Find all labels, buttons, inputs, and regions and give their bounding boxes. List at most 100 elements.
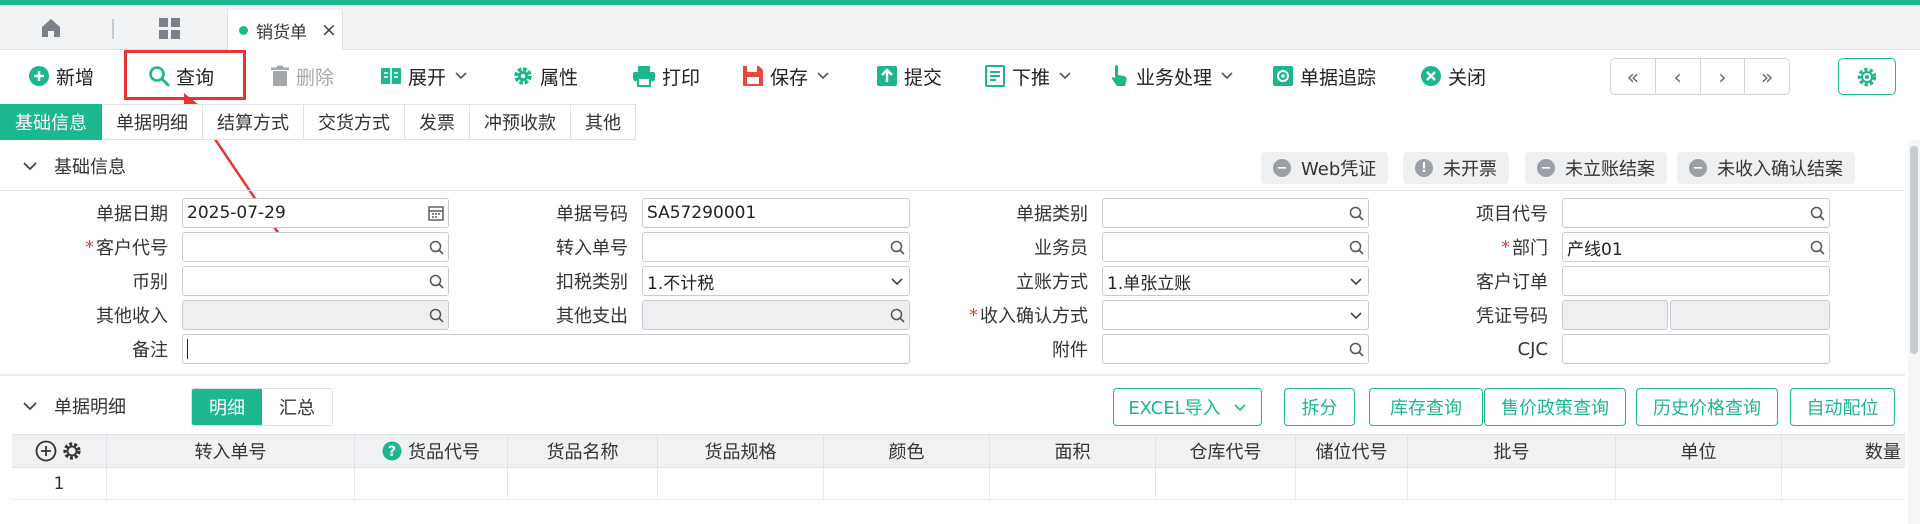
detail-table-header: 转入单号 ? 货品代号 货品名称 货品规格 颜色 面积 仓库代号 储位代号 批号… xyxy=(12,434,1905,468)
col-color[interactable]: 颜色 xyxy=(824,435,990,467)
text-cursor xyxy=(187,339,188,359)
calendar-icon[interactable] xyxy=(424,205,448,221)
doc-date-label: 单据日期 xyxy=(96,204,168,225)
cell-quantity[interactable] xyxy=(1782,468,1905,499)
cell-location-code[interactable] xyxy=(1296,468,1408,499)
department-field[interactable]: 产线01 xyxy=(1562,232,1830,262)
col-unit[interactable]: 单位 xyxy=(1616,435,1782,467)
other-expense-field[interactable] xyxy=(642,300,910,330)
minus-circle-icon: − xyxy=(1537,159,1555,177)
chevron-down-icon xyxy=(23,162,37,171)
excel-import-label: EXCEL导入 xyxy=(1128,398,1221,419)
department-label: * 部门 xyxy=(1501,236,1548,260)
add-row-icon[interactable] xyxy=(35,440,57,462)
voucher-no-field-part1[interactable] xyxy=(1562,300,1668,330)
transfer-no-label: 转入单号 xyxy=(556,238,628,259)
col-warehouse-code[interactable]: 仓库代号 xyxy=(1156,435,1296,467)
search-icon[interactable] xyxy=(424,308,448,323)
doc-no-field[interactable]: SA57290001 xyxy=(642,198,910,228)
account-method-select[interactable]: 1.单张立账 xyxy=(1102,266,1369,296)
cell-batch-no[interactable] xyxy=(1408,468,1616,499)
search-icon[interactable] xyxy=(885,308,909,323)
doc-date-field[interactable]: 2025-07-29 xyxy=(182,198,449,228)
price-policy-query-button[interactable]: 售价政策查询 xyxy=(1484,388,1626,426)
subtab-delivery[interactable]: 交货方式 xyxy=(304,104,405,140)
cell-area[interactable] xyxy=(990,468,1156,499)
cell-goods-name[interactable] xyxy=(508,468,658,499)
cjc-field[interactable] xyxy=(1562,334,1830,364)
doc-type-field[interactable] xyxy=(1102,198,1369,228)
col-goods-code[interactable]: ? 货品代号 xyxy=(355,435,508,467)
cell-color[interactable] xyxy=(824,468,990,499)
transfer-no-field[interactable] xyxy=(642,232,910,262)
split-label: 拆分 xyxy=(1301,398,1338,419)
search-icon[interactable] xyxy=(1344,342,1368,357)
search-icon[interactable] xyxy=(1805,240,1829,255)
subtab-doc-detail[interactable]: 单据明细 xyxy=(102,104,203,140)
cell-goods-code[interactable] xyxy=(355,468,508,499)
remark-label: 备注 xyxy=(132,340,168,361)
subtab-invoice[interactable]: 发票 xyxy=(405,104,470,140)
subtab-other[interactable]: 其他 xyxy=(571,104,636,140)
split-button[interactable]: 拆分 xyxy=(1284,388,1355,426)
col-quantity[interactable]: 数量 xyxy=(1782,435,1905,467)
web-voucher-button[interactable]: − Web凭证 xyxy=(1261,152,1389,184)
help-icon[interactable]: ? xyxy=(382,441,402,461)
svg-text:?: ? xyxy=(388,444,396,460)
other-income-field[interactable] xyxy=(182,300,449,330)
search-icon[interactable] xyxy=(885,240,909,255)
voucher-no-field-part2[interactable] xyxy=(1670,300,1830,330)
doc-no-value: SA57290001 xyxy=(647,203,757,223)
col-location-code[interactable]: 储位代号 xyxy=(1296,435,1408,467)
col-goods-spec[interactable]: 货品规格 xyxy=(658,435,824,467)
auto-allocate-button[interactable]: 自动配位 xyxy=(1790,388,1895,426)
table-row[interactable]: 1 xyxy=(12,468,1905,500)
chevron-down-icon[interactable] xyxy=(1344,311,1368,320)
summary-view-segment[interactable]: 汇总 xyxy=(262,389,332,425)
cell-goods-spec[interactable] xyxy=(658,468,824,499)
search-icon[interactable] xyxy=(1344,240,1368,255)
stock-query-button[interactable]: 库存查询 xyxy=(1369,388,1483,426)
subtab-prepaid-offset[interactable]: 冲预收款 xyxy=(470,104,571,140)
cell-warehouse-code[interactable] xyxy=(1156,468,1296,499)
chevron-down-icon[interactable] xyxy=(885,277,909,286)
chevron-down-icon[interactable] xyxy=(1344,277,1368,286)
cell-transfer-no[interactable] xyxy=(107,468,355,499)
cell-unit[interactable] xyxy=(1616,468,1782,499)
chevron-down-icon xyxy=(23,402,37,411)
col-area[interactable]: 面积 xyxy=(990,435,1156,467)
search-icon[interactable] xyxy=(1805,206,1829,221)
customer-code-label: * 客户代号 xyxy=(85,236,168,260)
price-policy-label: 售价政策查询 xyxy=(1501,398,1609,419)
doc-type-label: 单据类别 xyxy=(1016,204,1088,225)
form-subtabs: 基础信息 单据明细 结算方式 交货方式 发票 冲预收款 其他 xyxy=(0,104,636,140)
col-goods-name[interactable]: 货品名称 xyxy=(508,435,658,467)
remark-input[interactable] xyxy=(182,334,910,364)
customer-order-field[interactable] xyxy=(1562,266,1830,296)
subtab-basic-info[interactable]: 基础信息 xyxy=(0,104,102,140)
col-batch-no[interactable]: 批号 xyxy=(1408,435,1616,467)
col-transfer-no[interactable]: 转入单号 xyxy=(107,435,355,467)
not-account-closed-button[interactable]: − 未立账结案 xyxy=(1525,152,1667,184)
revenue-method-select[interactable] xyxy=(1102,300,1369,330)
currency-field[interactable] xyxy=(182,266,449,296)
department-value: 产线01 xyxy=(1567,239,1623,260)
history-price-query-button[interactable]: 历史价格查询 xyxy=(1636,388,1778,426)
search-icon[interactable] xyxy=(424,240,448,255)
customer-code-field[interactable] xyxy=(182,232,449,262)
search-icon[interactable] xyxy=(1344,206,1368,221)
attachment-field[interactable] xyxy=(1102,334,1369,364)
search-icon[interactable] xyxy=(424,274,448,289)
not-revenue-closed-button[interactable]: − 未收入确认结案 xyxy=(1677,152,1855,184)
web-voucher-label: Web凭证 xyxy=(1301,159,1377,180)
column-settings-gear-icon[interactable] xyxy=(61,440,83,462)
scrollbar-thumb[interactable] xyxy=(1910,146,1918,354)
tax-type-select[interactable]: 1.不计税 xyxy=(642,266,910,296)
salesperson-field[interactable] xyxy=(1102,232,1369,262)
detail-view-segment[interactable]: 明细 xyxy=(192,389,262,425)
project-code-field[interactable] xyxy=(1562,198,1830,228)
excel-import-button[interactable]: EXCEL导入 xyxy=(1113,388,1262,426)
salesperson-label: 业务员 xyxy=(1034,238,1088,259)
subtab-settlement[interactable]: 结算方式 xyxy=(203,104,304,140)
not-invoiced-button[interactable]: ! 未开票 xyxy=(1403,152,1509,184)
